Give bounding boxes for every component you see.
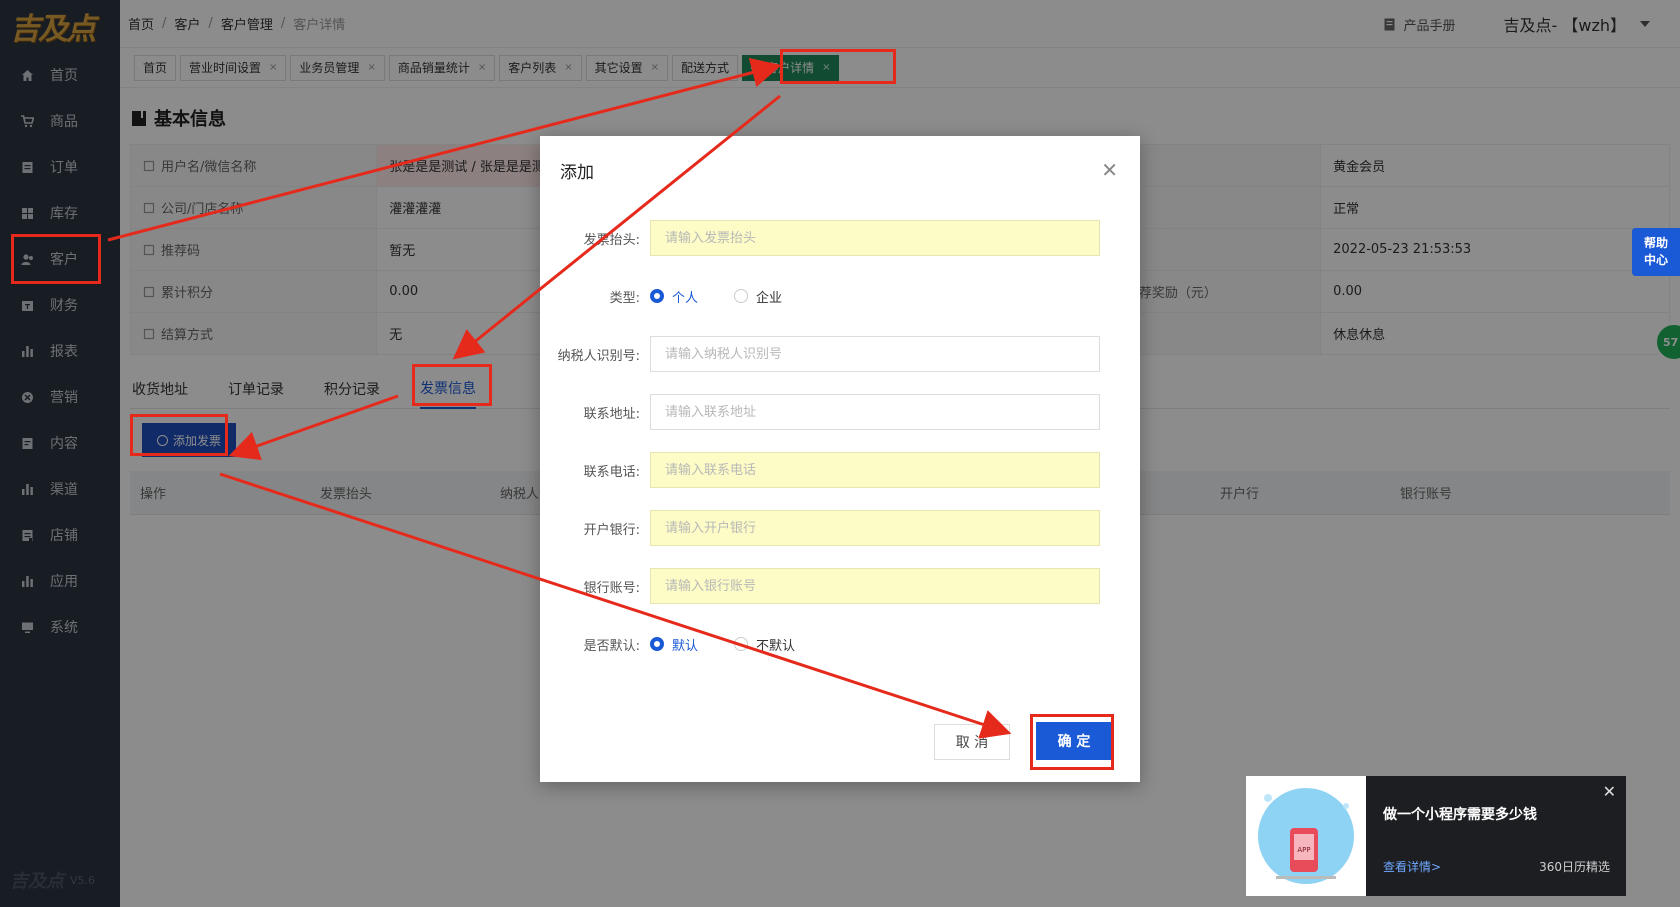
radio-not-default-label: 不默认 <box>756 638 796 654</box>
radio-enterprise[interactable]: 企业 <box>734 287 782 306</box>
help-center-button-top[interactable]: 帮助 中心 <box>1632 228 1680 276</box>
form-row-account: 银行账号: <box>540 568 1140 604</box>
annotation-box-add-button <box>130 414 228 456</box>
invoice-header-label: 发票抬头: <box>583 232 640 248</box>
form-row-address: 联系地址: <box>540 394 1140 430</box>
radio-checked-icon <box>650 637 664 651</box>
address-label: 联系地址: <box>583 406 640 422</box>
form-row-invoice-header: 发票抬头: <box>540 220 1140 256</box>
app-illustration-icon: APP <box>1258 788 1354 884</box>
radio-unchecked-icon <box>734 637 749 651</box>
radio-default-label: 默认 <box>672 638 699 654</box>
phone-label: 联系电话: <box>583 464 640 480</box>
ad-close-icon[interactable]: ✕ <box>1603 782 1616 801</box>
account-label: 银行账号: <box>583 580 640 596</box>
annotation-box-customer <box>11 234 101 284</box>
ad-image: APP <box>1246 776 1366 896</box>
invoice-header-input[interactable] <box>650 220 1100 256</box>
form-row-phone: 联系电话: <box>540 452 1140 488</box>
add-invoice-modal: 添加 ✕ 发票抬头: 类型: 个人 企业 纳税人识别号: 联系地址: 联系电话:… <box>540 136 1140 782</box>
annotation-box-confirm <box>1030 714 1114 770</box>
ad-popup[interactable]: APP 做一个小程序需要多少钱 查看详情> 360日历精选 ✕ <box>1246 776 1626 896</box>
radio-not-default[interactable]: 不默认 <box>734 635 795 654</box>
bank-label: 开户银行: <box>583 522 640 538</box>
radio-checked-icon <box>650 289 664 303</box>
radio-default[interactable]: 默认 <box>650 635 698 654</box>
address-input[interactable] <box>650 394 1100 430</box>
form-row-default: 是否默认: 默认 不默认 <box>540 626 1140 662</box>
account-input[interactable] <box>650 568 1100 604</box>
radio-unchecked-icon <box>734 289 749 303</box>
ad-title: 做一个小程序需要多少钱 <box>1383 807 1537 823</box>
phone-input[interactable] <box>650 452 1100 488</box>
default-radio-group: 默认 不默认 <box>650 635 821 654</box>
bank-input[interactable] <box>650 510 1100 546</box>
svg-text:APP: APP <box>1297 846 1310 854</box>
type-radio-group: 个人 企业 <box>650 287 808 306</box>
default-label: 是否默认: <box>583 638 640 654</box>
annotation-box-tab <box>780 49 896 84</box>
radio-personal-label: 个人 <box>672 290 699 306</box>
annotation-box-invoice-tab <box>412 364 492 406</box>
form-row-tax-id: 纳税人识别号: <box>540 336 1140 372</box>
form-row-bank: 开户银行: <box>540 510 1140 546</box>
radio-personal[interactable]: 个人 <box>650 287 698 306</box>
help-label-top: 帮助 中心 <box>1643 236 1668 267</box>
ad-source: 360日历精选 <box>1539 860 1610 874</box>
modal-title: 添加 <box>560 163 594 183</box>
ad-details-link[interactable]: 查看详情> <box>1383 858 1441 875</box>
cancel-button[interactable]: 取 消 <box>934 724 1010 760</box>
form-row-type: 类型: 个人 企业 <box>540 278 1140 314</box>
radio-enterprise-label: 企业 <box>756 290 783 306</box>
close-icon[interactable]: ✕ <box>1101 158 1118 182</box>
tax-id-label: 纳税人识别号: <box>557 348 640 364</box>
type-label: 类型: <box>609 290 640 306</box>
tax-id-input[interactable] <box>650 336 1100 372</box>
